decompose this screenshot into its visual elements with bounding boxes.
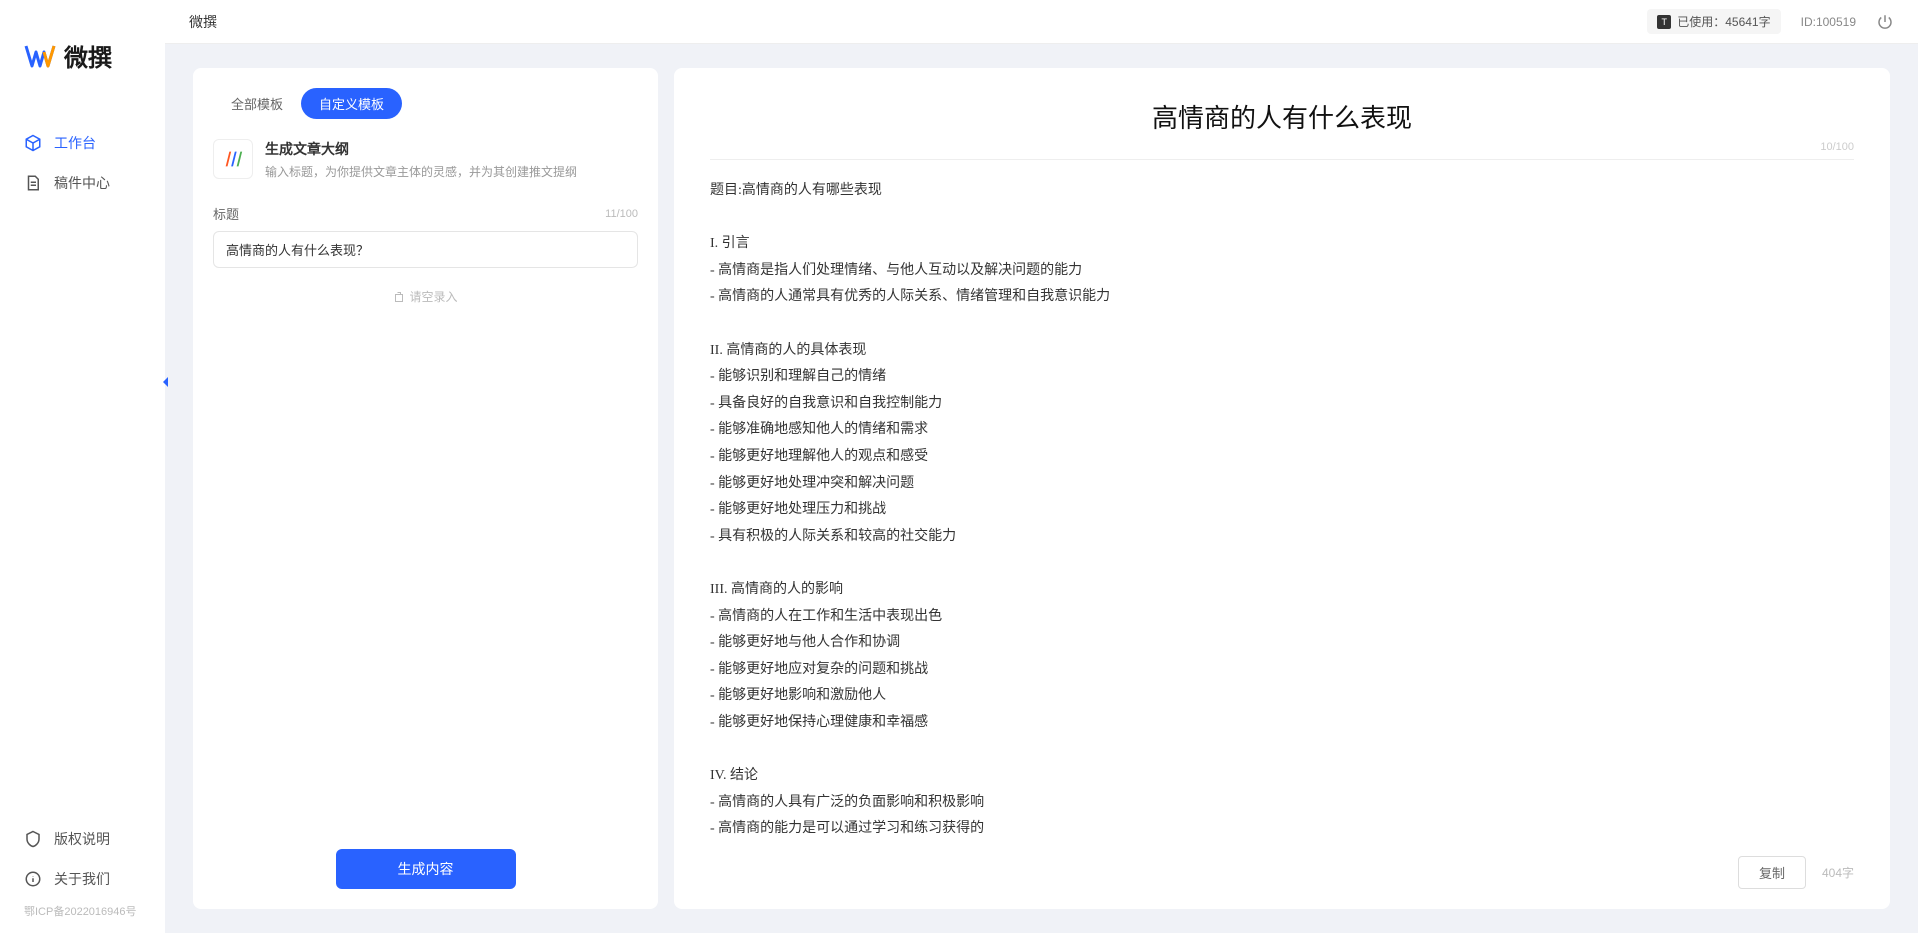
nav-item-drafts[interactable]: 稿件中心 (0, 163, 165, 203)
tab-custom-templates[interactable]: 自定义模板 (301, 88, 402, 119)
template-thumb-icon (213, 139, 253, 179)
user-id: ID:100519 (1801, 15, 1856, 29)
nav-item-workspace[interactable]: 工作台 (0, 123, 165, 163)
usage-text: 已使用：45641字 (1677, 13, 1770, 30)
collapse-sidebar-button[interactable] (157, 370, 173, 394)
nav-item-label: 版权说明 (54, 829, 110, 849)
topbar: 微撰 T 已使用：45641字 ID:100519 (165, 0, 1918, 44)
info-icon (24, 870, 42, 888)
eraser-icon (393, 291, 405, 303)
copy-button[interactable]: 复制 (1738, 856, 1806, 889)
shield-icon (24, 830, 42, 848)
document-icon (24, 174, 42, 192)
content: 全部模板 自定义模板 生成文章大纲 输入标题，为你提供文章主体的灵感，并为其创建… (165, 44, 1918, 933)
main-nav: 工作台 稿件中心 (0, 93, 165, 819)
title-field-label: 标题 (213, 204, 239, 223)
input-panel: 全部模板 自定义模板 生成文章大纲 输入标题，为你提供文章主体的灵感，并为其创建… (193, 68, 658, 909)
text-icon: T (1657, 15, 1671, 29)
template-name: 生成文章大纲 (265, 139, 638, 159)
nav-item-label: 关于我们 (54, 869, 110, 889)
output-body: 题目:高情商的人有哪些表现 I. 引言 - 高情商是指人们处理情绪、与他人互动以… (710, 178, 1854, 844)
icp-text: 鄂ICP备2022016946号 (0, 899, 165, 927)
nav-item-copyright[interactable]: 版权说明 (0, 819, 165, 859)
output-title: 高情商的人有什么表现 (710, 98, 1854, 135)
main: 微撰 T 已使用：45641字 ID:100519 全部模板 自定义模板 (165, 0, 1918, 933)
clear-input-button[interactable]: 请空录入 (213, 288, 638, 305)
nav-item-label: 稿件中心 (54, 173, 110, 193)
usage-badge: T 已使用：45641字 (1647, 9, 1780, 34)
sidebar: 微撰 工作台 稿件中心 版权说明 (0, 0, 165, 933)
output-title-counter: 10/100 (710, 141, 1854, 153)
title-input[interactable] (213, 231, 638, 268)
output-char-count: 404字 (1822, 864, 1854, 881)
power-icon[interactable] (1876, 13, 1894, 31)
bottom-nav: 版权说明 关于我们 鄂ICP备2022016946号 (0, 819, 165, 933)
clear-input-label: 请空录入 (409, 288, 457, 305)
nav-item-label: 工作台 (54, 133, 96, 153)
output-panel: 高情商的人有什么表现 10/100 题目:高情商的人有哪些表现 I. 引言 - … (674, 68, 1890, 909)
template-desc: 输入标题，为你提供文章主体的灵感，并为其创建推文提纲 (265, 163, 638, 180)
logo-icon (24, 40, 56, 72)
logo: 微撰 (0, 0, 165, 93)
title-field-counter: 11/100 (605, 208, 638, 220)
divider (710, 159, 1854, 160)
generate-button[interactable]: 生成内容 (336, 849, 516, 889)
nav-item-about[interactable]: 关于我们 (0, 859, 165, 899)
page-title: 微撰 (189, 12, 217, 32)
template-card: 生成文章大纲 输入标题，为你提供文章主体的灵感，并为其创建推文提纲 (213, 139, 638, 180)
logo-text: 微撰 (64, 38, 112, 73)
template-tabs: 全部模板 自定义模板 (213, 88, 638, 119)
tab-all-templates[interactable]: 全部模板 (213, 88, 301, 119)
cube-icon (24, 134, 42, 152)
